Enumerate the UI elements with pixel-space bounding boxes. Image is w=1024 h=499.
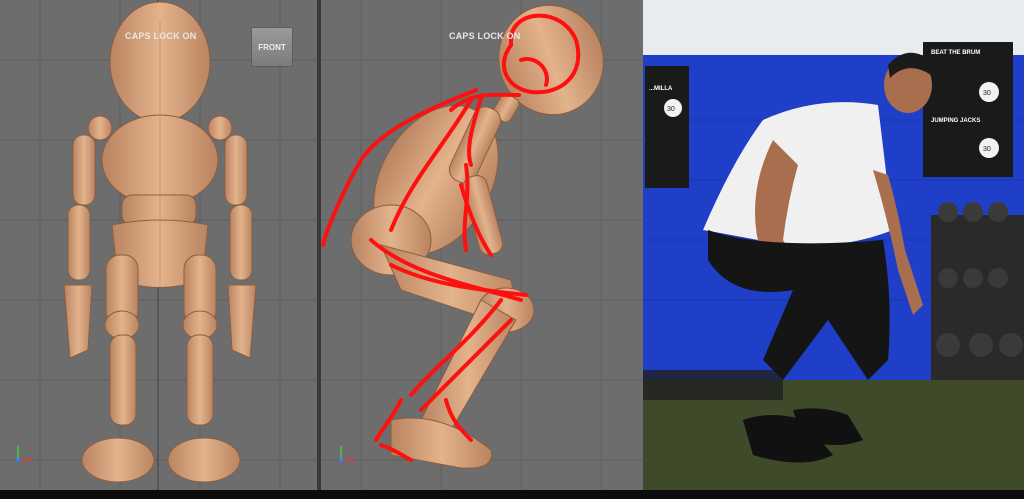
viewport-side[interactable]: CAPS LOCK ON <box>321 0 643 490</box>
poster-left-title: ...MILLA <box>649 86 673 92</box>
poster-right-subtitle: JUMPING JACKS <box>931 118 980 124</box>
mannequin-front-model[interactable] <box>0 0 317 490</box>
reference-photo-scene: ...MILLA 30 BEAT THE BRUM JUMPING JACKS … <box>643 0 1024 490</box>
reference-video-frame: ...MILLA 30 BEAT THE BRUM JUMPING JACKS … <box>643 0 1024 490</box>
mannequin-side-model[interactable] <box>321 0 643 490</box>
viewport-front[interactable]: CAPS LOCK ON FRONT <box>0 0 317 490</box>
caps-lock-indicator: CAPS LOCK ON <box>125 31 197 41</box>
front-view-cube-button[interactable]: FRONT <box>251 27 293 67</box>
poster-left-timer: 30 <box>667 106 675 113</box>
caps-lock-indicator: CAPS LOCK ON <box>449 31 521 41</box>
axis-gizmo-icon <box>16 446 32 462</box>
bottom-timeline-strip <box>0 490 1024 499</box>
poster-right-timer-2: 30 <box>983 146 991 153</box>
axis-gizmo-icon <box>339 446 355 462</box>
poster-right-title: BEAT THE BRUM <box>931 50 980 56</box>
poster-right-timer-1: 30 <box>983 90 991 97</box>
front-view-label: FRONT <box>258 42 286 52</box>
